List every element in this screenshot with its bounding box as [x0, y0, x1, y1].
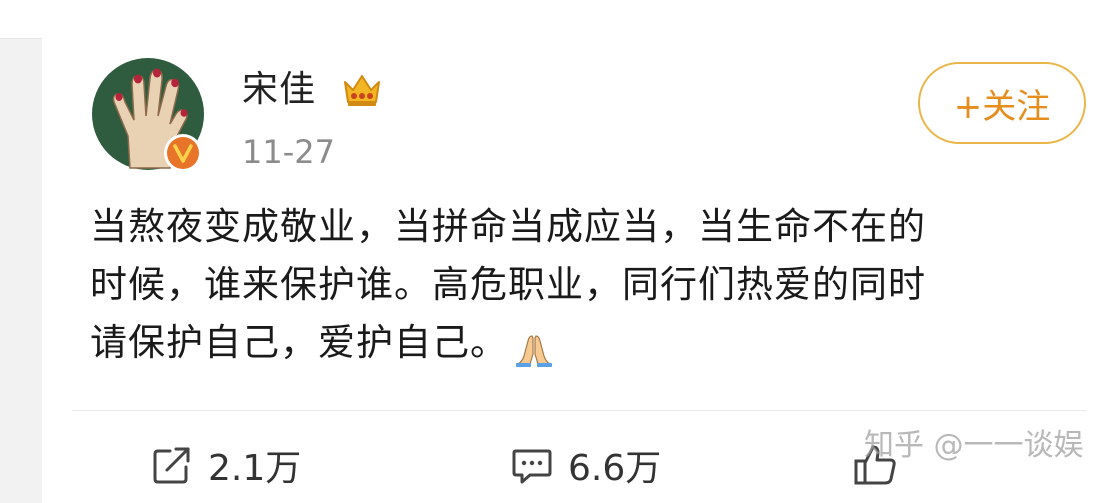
author-name[interactable]: 宋佳: [242, 68, 316, 112]
crown-icon: [340, 68, 384, 112]
share-button[interactable]: 2.1万: [150, 440, 301, 490]
share-icon: [153, 447, 190, 484]
action-divider: [72, 410, 1086, 411]
zhihu-watermark: 知乎 @一一谈娱: [864, 428, 1084, 463]
weibo-post-card: 宋佳 11-27 +关注 当熬夜变成敬业，当拼命当成应当，当生命不在的 时候，谁…: [42, 38, 1116, 503]
comment-button[interactable]: 6.6万: [510, 440, 661, 490]
post-line-text: 请保护自己，爱护自己。: [90, 321, 508, 364]
verified-badge-icon: [163, 133, 203, 173]
post-line: 当熬夜变成敬业，当拼命当成应当，当生命不在的: [90, 205, 926, 248]
post-body: 当熬夜变成敬业，当拼命当成应当，当生命不在的 时候，谁来保护谁。高危职业，同行们…: [90, 198, 1090, 372]
comment-count: 6.6万: [568, 448, 662, 489]
follow-button[interactable]: +关注: [918, 62, 1086, 144]
comment-icon: [512, 449, 552, 484]
share-count: 2.1万: [208, 448, 302, 489]
pray-emoji-icon: [512, 327, 556, 367]
post-timestamp: 11-27: [242, 133, 335, 171]
post-line-last: 请保护自己，爱护自己。: [90, 314, 1090, 372]
post-line: 时候，谁来保护谁。高危职业，同行们热爱的同时: [90, 263, 926, 306]
previous-post-edge: [0, 0, 1116, 39]
